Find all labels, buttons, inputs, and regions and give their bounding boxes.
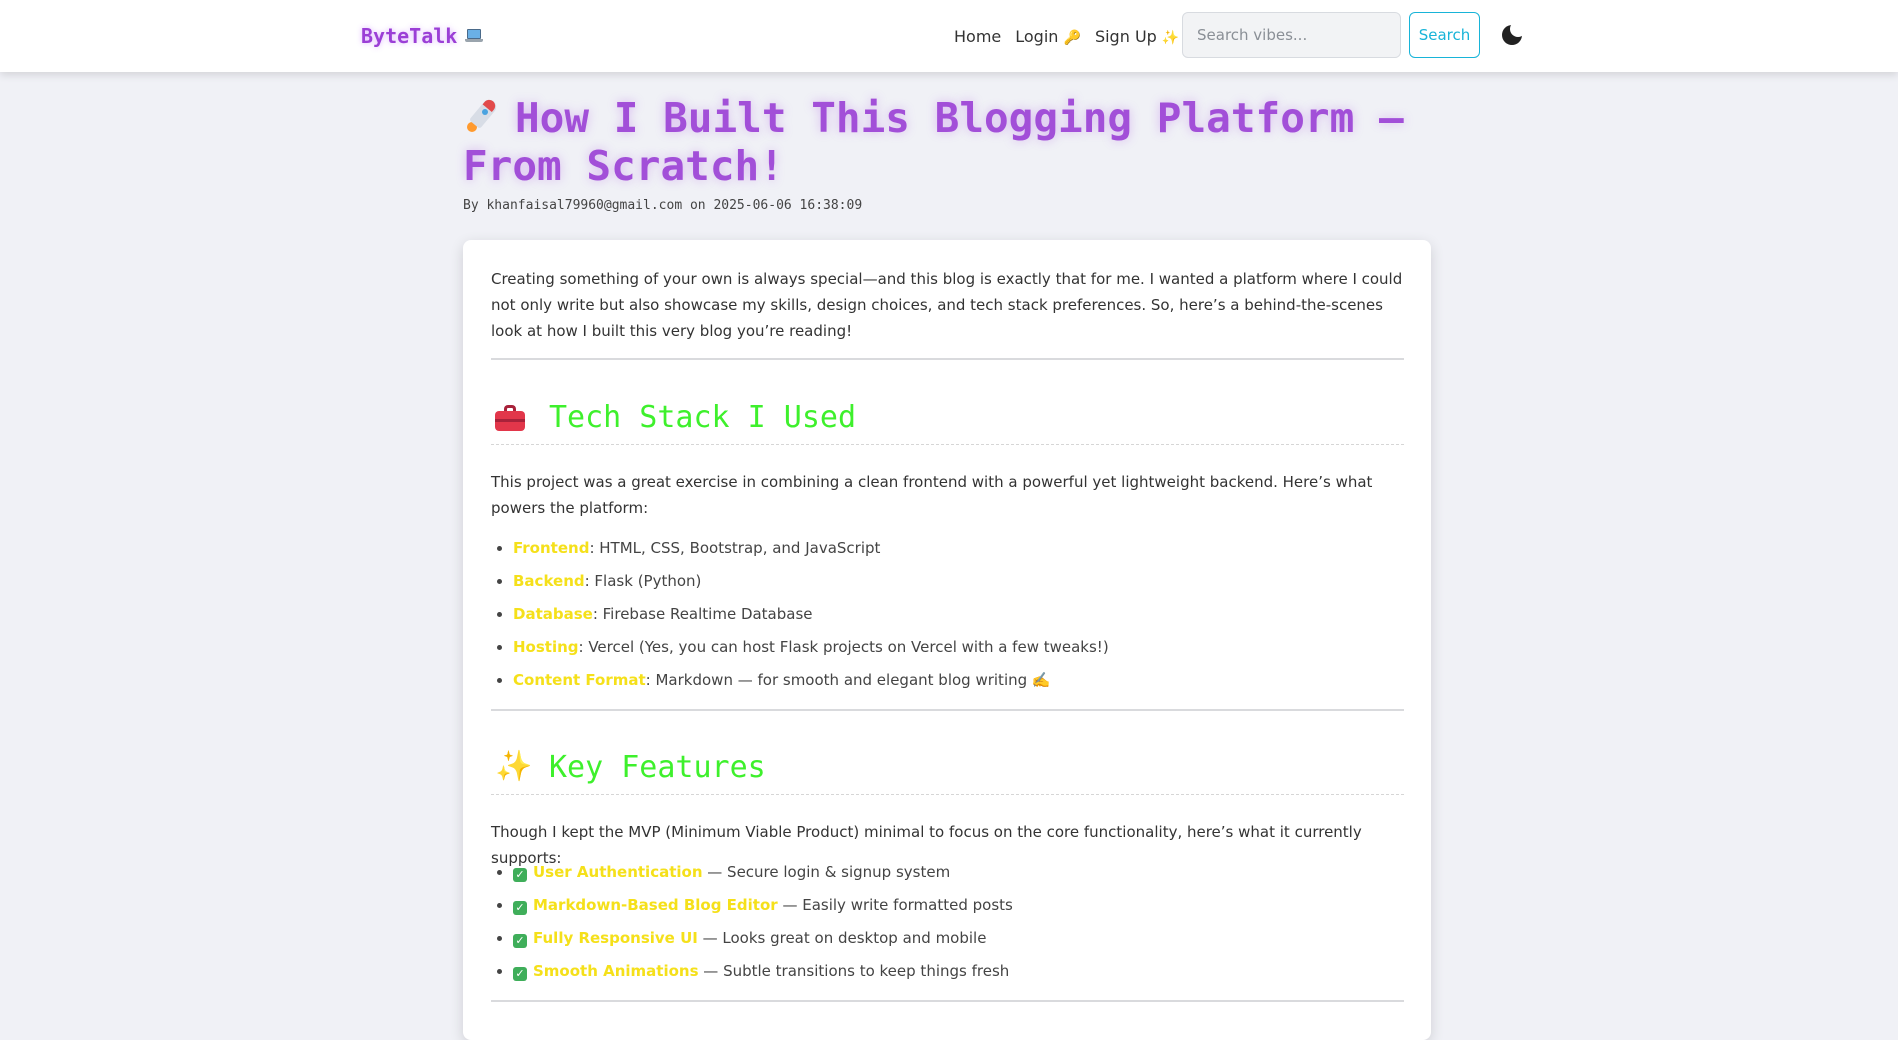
list-item: ✓User Authentication — Secure login & si… (513, 862, 1013, 895)
intro-paragraph: Creating something of your own is always… (491, 270, 1403, 340)
divider (491, 358, 1404, 360)
post-content-card: Creating something of your own is always… (463, 240, 1431, 1040)
key-features-list: ✓User Authentication — Secure login & si… (491, 862, 1013, 994)
sparkles-icon: ✨ (1161, 29, 1180, 46)
check-icon: ✓ (513, 901, 527, 915)
list-item: Hosting: Vercel (Yes, you can host Flask… (513, 637, 1109, 670)
section-heading-tech-stack: Tech Stack I Used (491, 390, 1404, 445)
nav-home-link[interactable]: Home (954, 27, 1001, 46)
list-item: ✓Fully Responsive UI — Looks great on de… (513, 928, 1013, 961)
brand-name[interactable]: ByteTalk (361, 24, 457, 48)
theme-toggle-button[interactable] (1502, 21, 1526, 47)
check-icon: ✓ (513, 868, 527, 882)
list-item: Database: Firebase Realtime Database (513, 604, 1109, 637)
list-item: Content Format: Markdown — for smooth an… (513, 670, 1109, 703)
tech-stack-list: Frontend: HTML, CSS, Bootstrap, and Java… (491, 538, 1109, 703)
sparkles-icon: ✨ (495, 749, 533, 784)
divider (491, 709, 1404, 711)
search-input[interactable] (1182, 12, 1401, 58)
list-item: Frontend: HTML, CSS, Bootstrap, and Java… (513, 538, 1109, 571)
search-button[interactable]: Search (1409, 12, 1480, 58)
list-item: Backend: Flask (Python) (513, 571, 1109, 604)
list-item: ✓Smooth Animations — Subtle transitions … (513, 961, 1013, 994)
nav-signup-link[interactable]: Sign Up ✨ (1095, 27, 1179, 46)
list-item: ✓Markdown-Based Blog Editor — Easily wri… (513, 895, 1013, 928)
brand-logo[interactable]: ByteTalk (361, 20, 484, 52)
divider (491, 1000, 1404, 1002)
section-heading-key-features: ✨ Key Features (491, 740, 1404, 795)
laptop-icon (465, 29, 484, 43)
post-title: How I Built This Blogging Platform — Fro… (463, 94, 1404, 190)
key-icon: 🔑 (1063, 29, 1081, 46)
check-icon: ✓ (513, 934, 527, 948)
post-byline: By khanfaisal79960@gmail.com on 2025-06-… (463, 198, 863, 213)
tech-stack-paragraph: This project was a great exercise in com… (491, 473, 1373, 517)
rocket-icon (463, 96, 503, 136)
navbar: ByteTalk Home Login 🔑 Sign Up ✨ Search (0, 0, 1898, 72)
toolbox-icon (495, 403, 527, 431)
check-icon: ✓ (513, 967, 527, 981)
nav-login-link[interactable]: Login 🔑 (1015, 27, 1081, 46)
nav-links: Home Login 🔑 Sign Up ✨ (954, 22, 1179, 50)
